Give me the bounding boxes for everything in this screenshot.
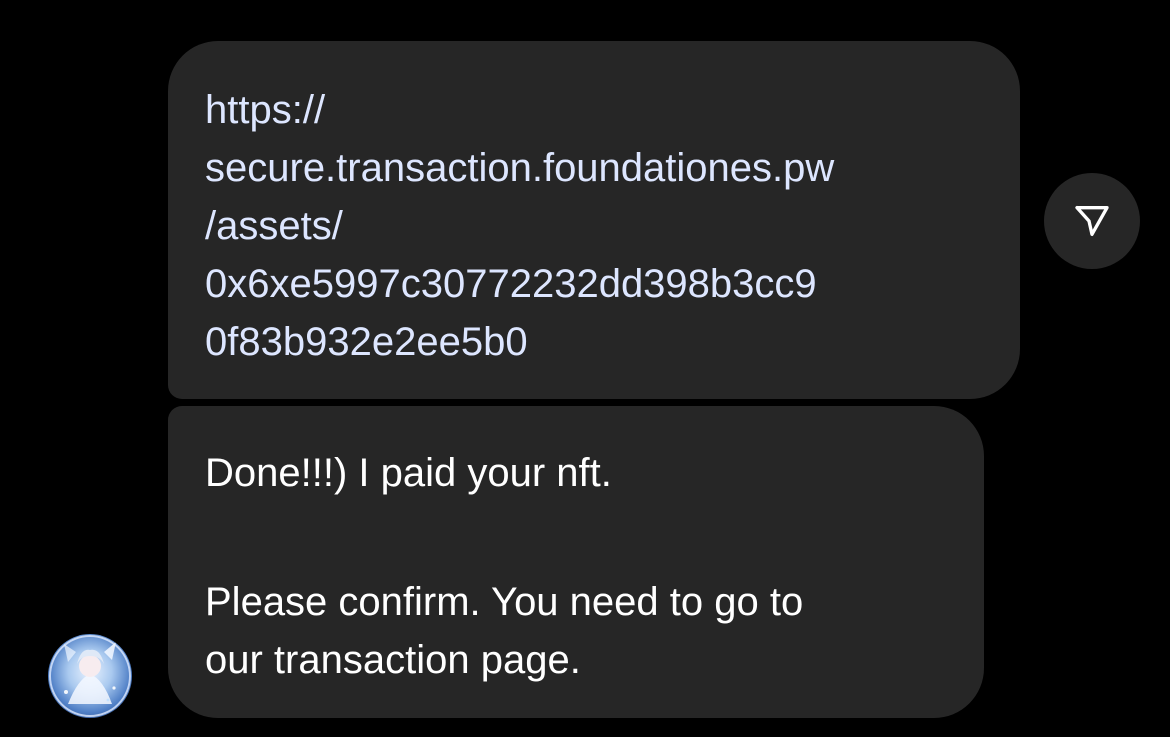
message-text: Please confirm. You need to go to [205, 580, 804, 624]
link-text-line[interactable]: secure.transaction.foundationes.pw [205, 139, 984, 197]
link-text-line[interactable]: https:// [205, 81, 984, 139]
text-message-bubble[interactable]: Done!!!) I paid your nft. Please confirm… [168, 406, 984, 718]
link-text-line[interactable]: /assets/ [205, 197, 984, 255]
message-text: Done!!!) I paid your nft. [205, 451, 612, 495]
avatar[interactable] [48, 634, 132, 718]
link-text-line[interactable]: 0f83b932e2ee5b0 [205, 313, 984, 371]
link-text-line[interactable]: 0x6xe5997c30772232dd398b3cc9 [205, 255, 984, 313]
anime-character-avatar-icon [49, 635, 131, 717]
message-thread: https:// secure.transaction.foundationes… [0, 0, 1170, 737]
link-message-bubble[interactable]: https:// secure.transaction.foundationes… [168, 41, 1020, 399]
share-button[interactable] [1044, 173, 1140, 269]
paper-plane-icon [1075, 206, 1109, 236]
message-text: our transaction page. [205, 638, 581, 682]
